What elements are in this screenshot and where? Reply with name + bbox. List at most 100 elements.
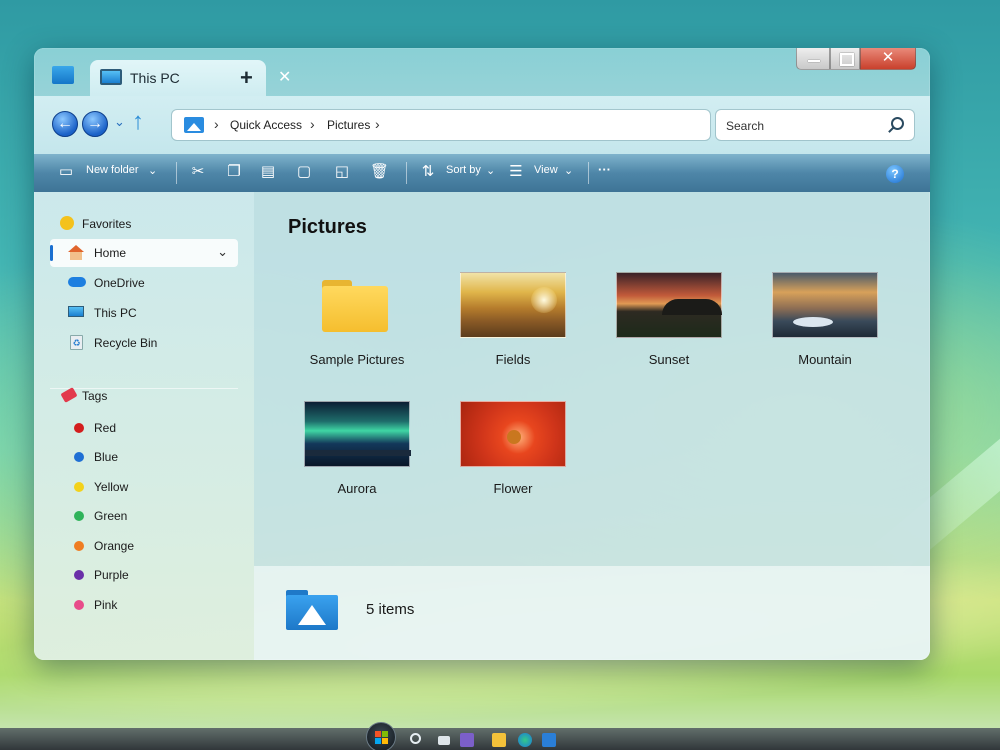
chevron-down-icon[interactable]: ⌄ (486, 164, 495, 177)
item-label: Sample Pictures (309, 352, 405, 367)
sidebar-tag-pink[interactable]: Pink (50, 591, 238, 619)
image-item[interactable]: Mountain (760, 272, 890, 382)
taskbar (0, 722, 1000, 750)
pictures-folder-icon (286, 590, 338, 630)
sidebar-tag-yellow[interactable]: Yellow (50, 473, 238, 501)
image-item[interactable]: Fields (448, 272, 578, 382)
tag-icon (60, 387, 78, 403)
sidebar-section-label: Favorites (82, 217, 132, 231)
sidebar-item-label: Home (94, 246, 127, 260)
breadcrumb-quick-access[interactable]: Quick Access (230, 118, 302, 132)
sidebar-tag-red[interactable]: Red (50, 414, 238, 442)
sidebar-item-onedrive[interactable]: OneDrive (50, 269, 238, 297)
toolbar-divider (406, 162, 407, 184)
back-button[interactable]: ← (52, 111, 78, 137)
sidebar-item-label: Red (94, 421, 117, 435)
search-box[interactable]: Search (716, 110, 914, 140)
sidebar-item-label: Pink (94, 598, 118, 612)
content-pane: Pictures Sample Pictures Fields Sunset M… (254, 192, 930, 566)
sidebar-favorites-header[interactable]: Favorites (50, 210, 238, 238)
file-explorer-window: This PC + ✕ ✕ ← → ⌄ ↑ › Quick Access › P… (34, 48, 930, 660)
sidebar-item-home[interactable]: Home ⌄ (50, 239, 238, 267)
chat-icon[interactable] (460, 733, 474, 747)
folder-icon (322, 280, 388, 332)
new-folder-icon[interactable]: ▭ (58, 164, 74, 180)
address-row: ← → ⌄ ↑ › Quick Access › Pictures › Sear… (34, 96, 930, 154)
sidebar-tag-orange[interactable]: Orange (50, 532, 238, 560)
image-thumbnail (460, 401, 566, 467)
task-view-icon[interactable] (438, 736, 450, 745)
details-bar: 5 items (254, 566, 930, 660)
tag-color-dot (74, 511, 84, 521)
image-thumbnail (304, 401, 411, 467)
sidebar-item-label: Recycle Bin (94, 336, 158, 350)
item-label: Flower (493, 481, 533, 496)
toolbar-divider (176, 162, 177, 184)
file-explorer-icon[interactable] (492, 733, 506, 747)
page-title: Pictures (288, 216, 367, 238)
rename-icon[interactable]: ▢ (296, 164, 312, 180)
forward-button[interactable]: → (82, 111, 108, 137)
computer-icon (68, 306, 84, 317)
edge-browser-icon[interactable] (518, 733, 532, 747)
new-tab-button[interactable]: + (240, 65, 253, 91)
copy-icon[interactable]: ❐ (226, 164, 242, 180)
cut-icon[interactable]: ✂ (190, 164, 206, 180)
breadcrumb-separator: › (310, 116, 315, 132)
paste-icon[interactable]: ▤ (260, 164, 276, 180)
address-bar[interactable]: › Quick Access › Pictures › (172, 110, 710, 140)
sidebar-item-this-pc[interactable]: This PC (50, 299, 238, 327)
sidebar-item-label: Purple (94, 568, 129, 582)
tag-color-dot (74, 570, 84, 580)
up-button[interactable]: ↑ (132, 108, 144, 136)
folder-item[interactable]: Sample Pictures (292, 272, 422, 382)
minimize-button[interactable] (796, 48, 830, 70)
item-label: Fields (495, 352, 531, 367)
item-label: Sunset (648, 352, 690, 367)
new-folder-button[interactable]: New folder (86, 164, 139, 176)
tab-title: This PC (130, 70, 180, 86)
title-bar: This PC + ✕ ✕ (34, 48, 930, 96)
search-icon[interactable] (891, 117, 904, 130)
sidebar-tag-green[interactable]: Green (50, 502, 238, 530)
sort-icon[interactable]: ⇅ (420, 164, 436, 180)
tag-color-dot (74, 600, 84, 610)
sidebar-tag-blue[interactable]: Blue (50, 443, 238, 471)
item-label: Aurora (337, 481, 377, 496)
view-button[interactable]: View (534, 164, 558, 176)
image-thumbnail (460, 272, 566, 338)
sort-by-button[interactable]: Sort by (446, 164, 481, 176)
close-tab-button[interactable]: ✕ (278, 67, 291, 87)
sidebar-tags-header[interactable]: Tags (50, 382, 238, 410)
tab-this-pc[interactable]: This PC + (90, 60, 266, 96)
help-icon[interactable]: ? (886, 165, 904, 183)
chevron-down-icon[interactable]: ⌄ (217, 244, 228, 260)
image-item[interactable]: Aurora (292, 401, 422, 511)
share-icon[interactable]: ◱ (334, 164, 350, 180)
sidebar-item-recycle-bin[interactable]: ♻ Recycle Bin (50, 329, 238, 357)
app-icon[interactable] (52, 66, 74, 84)
chevron-down-icon[interactable]: ⌄ (564, 164, 573, 177)
toolbar-divider (588, 162, 589, 184)
more-options-button[interactable]: ··· (598, 162, 611, 177)
start-button[interactable] (366, 722, 396, 750)
close-window-button[interactable]: ✕ (860, 48, 916, 70)
breadcrumb-separator: › (375, 116, 380, 132)
recent-locations-dropdown[interactable]: ⌄ (114, 114, 125, 130)
search-icon[interactable] (410, 733, 421, 744)
store-icon[interactable] (542, 733, 556, 747)
window-controls: ✕ (796, 48, 916, 70)
view-icon[interactable]: ☰ (508, 164, 524, 180)
breadcrumb-pictures[interactable]: Pictures (327, 118, 370, 132)
cloud-icon (68, 277, 86, 287)
image-item[interactable]: Flower (448, 401, 578, 511)
sidebar-item-label: Green (94, 509, 128, 523)
image-item[interactable]: Sunset (604, 272, 734, 382)
chevron-down-icon[interactable]: ⌄ (148, 164, 157, 177)
maximize-button[interactable] (830, 48, 860, 70)
tag-color-dot (74, 423, 84, 433)
computer-icon (100, 69, 122, 85)
delete-icon[interactable]: 🗑 (370, 164, 389, 180)
sidebar-item-label: OneDrive (94, 276, 145, 290)
sidebar-tag-purple[interactable]: Purple (50, 561, 238, 589)
